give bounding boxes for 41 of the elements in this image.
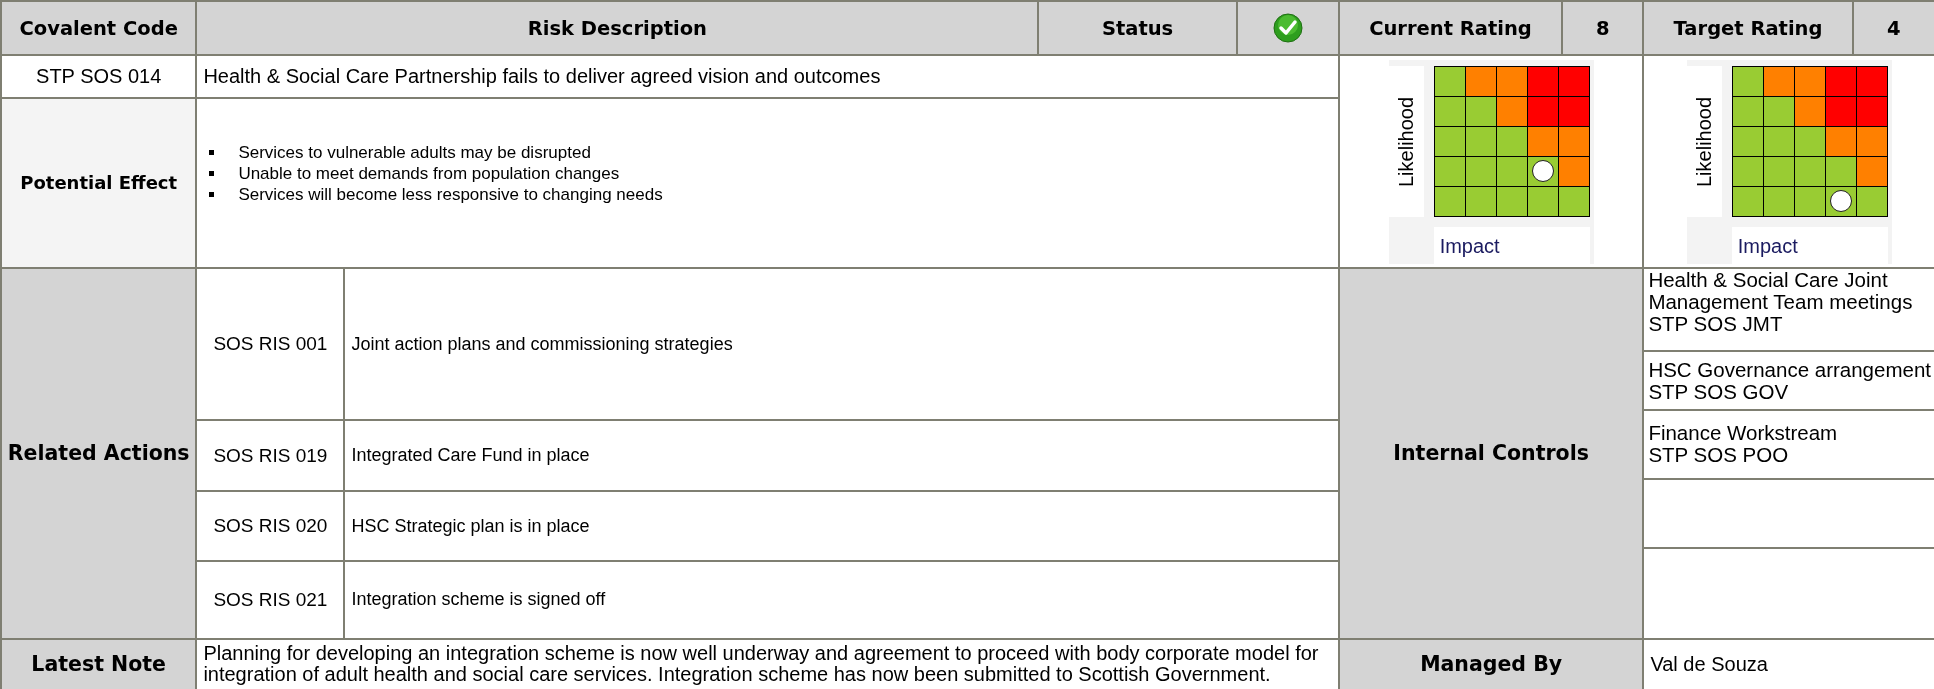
risk-code: STP SOS 014 [2,56,196,97]
action-title: Joint action plans and commissioning strategies [345,268,1338,420]
column-header: Current Rating [1339,2,1562,55]
action-title: Integrated Care Fund in place [345,421,1338,490]
rating-value: 4 [1853,2,1934,55]
manager-name: Val de Souza [1644,639,1934,689]
control-text: Health & Social Care Joint [1648,268,1888,292]
action-code: SOS RIS 019 [197,421,344,490]
action-title: Integration scheme is signed off [345,562,1338,638]
row-label: Latest Note [2,639,196,689]
control-text: Management Team meetings [1648,291,1913,314]
control-text: STP SOS JMT [1648,313,1783,336]
control-text: STP SOS POO [1648,444,1789,467]
column-header: Risk Description [197,2,1038,55]
control-text: Finance Workstream [1648,422,1838,445]
rating-value: 8 [1563,2,1643,55]
row-label: Managed By [1339,639,1643,689]
effect-item: Unable to meet demands from population changes [238,163,620,184]
bullet-icon [209,192,215,198]
row-label: Related Actions [2,268,196,638]
bullet-icon [209,150,215,156]
column-header: Covalent Code [2,2,196,55]
axis-label: Likelihood [1686,65,1722,217]
axis-label: Impact [1433,226,1590,264]
effect-item: Services will become less responsive to changing needs [238,184,663,205]
latest-note: Planning for developing an integration scheme is now well underway and agreement to proceed with body corporate model for integration of adult health and social care services. Integration scheme has now been submitted to Scottish Government. [197,639,1338,689]
row-label: Internal Controls [1339,268,1643,638]
action-code: SOS RIS 021 [197,562,344,638]
bullet-icon [209,171,215,177]
risk-description: Health & Social Care Partnership fails to deliver agreed vision and outcomes [197,56,1338,97]
column-header: Target Rating [1644,2,1852,55]
action-code: SOS RIS 001 [197,268,344,420]
control-text: HSC Governance arrangement [1648,358,1931,381]
row-label: Potential Effect [2,98,196,267]
action-title: HSC Strategic plan is in place [345,491,1338,561]
column-header: Status [1039,2,1236,55]
axis-label: Impact [1731,226,1888,264]
action-code: SOS RIS 020 [197,491,344,561]
axis-label: Likelihood [1388,65,1424,217]
control-text: STP SOS GOV [1648,380,1789,403]
effect-item: Services to vulnerable adults may be disrupted [238,142,591,163]
